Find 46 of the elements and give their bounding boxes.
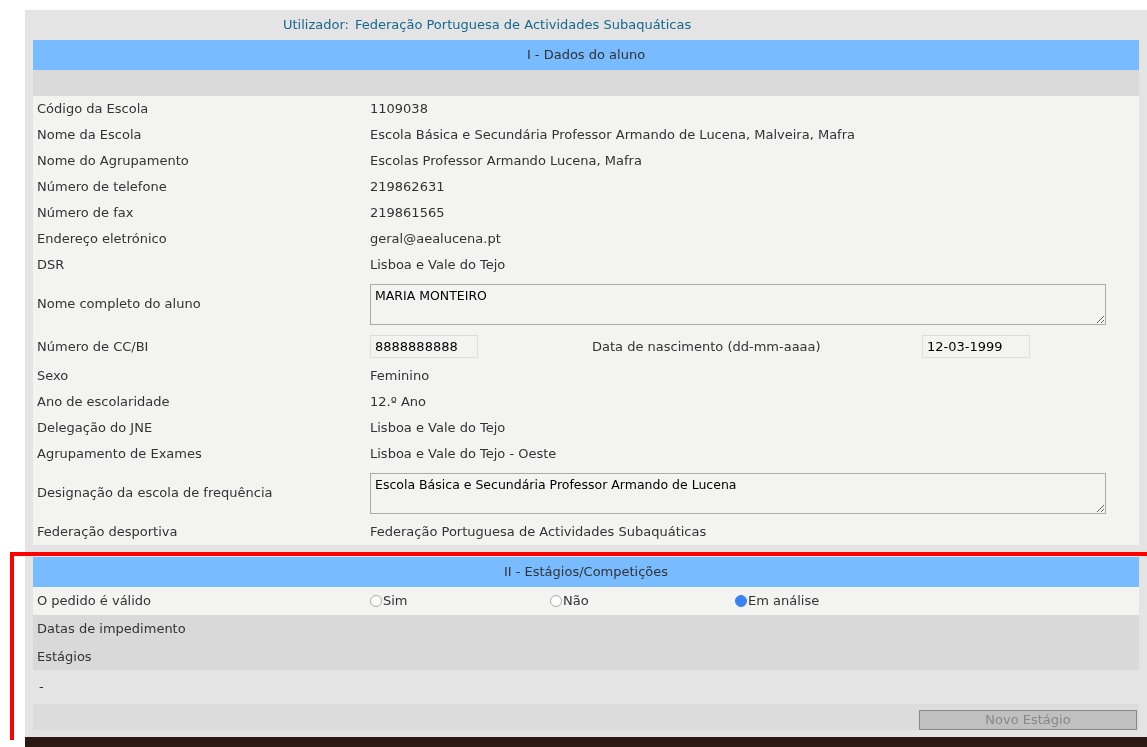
field-label: Designação da escola de frequência: [37, 484, 274, 503]
section-header: I - Dados do aluno: [33, 40, 1139, 70]
field-label: Número de fax: [37, 204, 135, 223]
user-label: Utilizador:: [283, 16, 349, 35]
field-label: Nome da Escola: [37, 126, 143, 145]
text-area[interactable]: Escola Básica e Secundária Professor Armando de Lucena: [370, 472, 1106, 514]
field-label: O pedido é válido: [37, 592, 153, 611]
radio-icon[interactable]: [550, 595, 562, 607]
radio-icon[interactable]: [735, 595, 747, 607]
field-label: Delegação do JNE: [37, 419, 154, 438]
user-name: Federação Portuguesa de Actividades Subaquáticas: [354, 16, 692, 35]
field-label: Nome do Agrupamento: [37, 152, 190, 171]
field-value: 219862631: [370, 178, 446, 197]
field-value: Lisboa e Vale do Tejo: [370, 256, 507, 275]
field-value: Feminino: [370, 367, 431, 386]
field-label: Estágios: [37, 647, 93, 666]
field-label: Agrupamento de Exames: [37, 445, 203, 464]
field-label: Sexo: [37, 367, 70, 386]
field-label: Número de telefone: [37, 178, 168, 197]
field-label: DSR: [37, 256, 66, 275]
field-label: Datas de impedimento: [37, 620, 187, 638]
section-header: II - Estágios/Competições: [33, 557, 1139, 587]
empty-value: -: [39, 678, 44, 697]
field-value: Escolas Professor Armando Lucena, Mafra: [370, 152, 643, 171]
field-label: Número de CC/BI: [37, 337, 150, 356]
radio-option[interactable]: Em análise: [735, 591, 935, 611]
field-value: 219861565: [370, 204, 446, 223]
field-value: geral@aealucena.pt: [370, 230, 502, 249]
field-label: Código da Escola: [37, 100, 150, 119]
field-label: Data de nascimento (dd-mm-aaaa): [592, 337, 822, 356]
field-value: 1109038: [370, 100, 429, 119]
text-field[interactable]: 8888888888: [370, 334, 478, 359]
radio-icon[interactable]: [370, 595, 382, 607]
field-label: Nome completo do aluno: [37, 295, 202, 314]
field-label: Ano de escolaridade: [37, 393, 171, 412]
field-value: Lisboa e Vale do Tejo: [370, 419, 507, 438]
field-label: Endereço eletrónico: [37, 230, 168, 249]
text-area[interactable]: MARIA MONTEIRO: [370, 283, 1106, 325]
field-label: Federação desportiva: [37, 523, 179, 542]
text-field[interactable]: 12-03-1999: [922, 334, 1030, 359]
radio-option[interactable]: Sim: [370, 591, 550, 611]
radio-option[interactable]: Não: [550, 591, 735, 611]
field-value: Federação Portuguesa de Actividades Subaquáticas: [370, 523, 708, 542]
field-value: 12.º Ano: [370, 393, 428, 412]
field-value: Escola Básica e Secundária Professor Armando de Lucena, Malveira, Mafra: [370, 126, 856, 145]
field-value: Lisboa e Vale do Tejo - Oeste: [370, 445, 558, 464]
